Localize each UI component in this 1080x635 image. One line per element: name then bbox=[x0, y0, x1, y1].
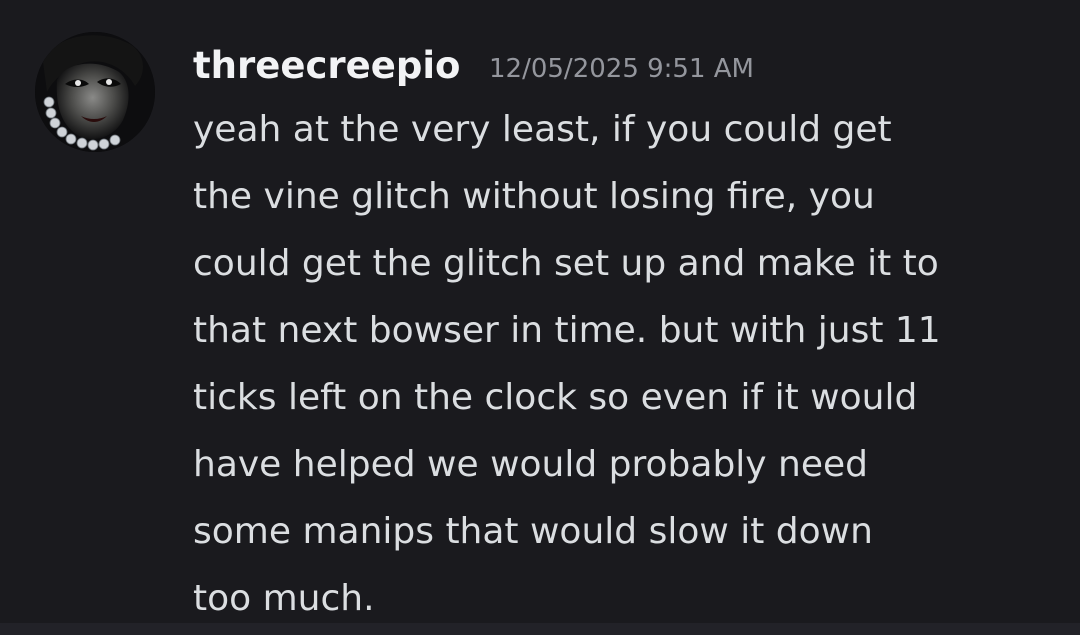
message-line: the vine glitch without losing fire, you bbox=[193, 176, 875, 217]
chat-screen: threecreepio 12/05/2025 9:51 AM yeah at … bbox=[0, 0, 1080, 635]
message-timestamp: 12/05/2025 9:51 AM bbox=[489, 54, 754, 84]
chat-message: threecreepio 12/05/2025 9:51 AM yeah at … bbox=[0, 0, 1080, 635]
message-content: yeah at the very least, if you could get… bbox=[193, 96, 1053, 632]
message-line: some manips that would slow it down bbox=[193, 511, 873, 552]
message-line: ticks left on the clock so even if it wo… bbox=[193, 377, 918, 418]
message-line: have helped we would probably need bbox=[193, 444, 869, 485]
message-line: too much. bbox=[193, 578, 375, 619]
message-author[interactable]: threecreepio bbox=[193, 40, 460, 92]
bottom-divider bbox=[0, 623, 1080, 635]
message-line: yeah at the very least, if you could get bbox=[193, 109, 892, 150]
message-line: could get the glitch set up and make it … bbox=[193, 243, 939, 284]
message-line: that next bowser in time. but with just … bbox=[193, 310, 941, 351]
user-avatar-icon[interactable] bbox=[35, 32, 155, 152]
